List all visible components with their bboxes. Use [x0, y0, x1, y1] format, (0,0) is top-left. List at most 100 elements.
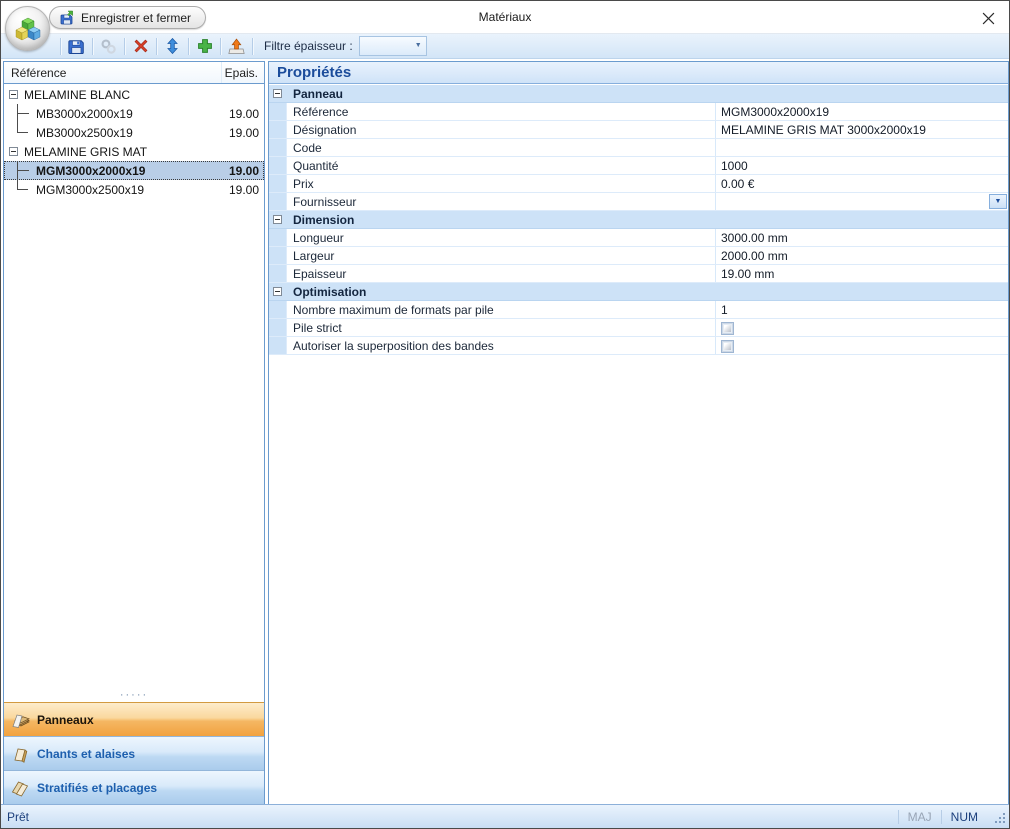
chevron-down-icon: ▼: [415, 42, 422, 49]
nav-item-chants-et-alaises[interactable]: Chants et alaises: [4, 736, 264, 770]
add-button[interactable]: [192, 36, 217, 57]
toolbar: Filtre épaisseur : ▼: [1, 33, 1009, 59]
property-row-margin: [269, 103, 287, 120]
property-row-margin: [269, 319, 287, 336]
property-group-header[interactable]: Panneau: [269, 85, 1008, 103]
property-value[interactable]: [716, 139, 1008, 156]
checkbox-box: [723, 342, 732, 351]
property-row: Longueur3000.00 mm: [269, 229, 1008, 247]
property-value[interactable]: 0.00 €: [716, 175, 1008, 192]
save-and-close-label: Enregistrer et fermer: [81, 11, 191, 25]
property-value[interactable]: ▼: [716, 193, 1008, 210]
property-row: Fournisseur▼: [269, 193, 1008, 211]
property-row: Autoriser la superposition des bandes: [269, 337, 1008, 355]
property-group-header[interactable]: Dimension: [269, 211, 1008, 229]
property-group-header[interactable]: Optimisation: [269, 283, 1008, 301]
collapse-toggle-icon[interactable]: [9, 90, 18, 99]
move-button[interactable]: [160, 36, 185, 57]
delete-icon: [133, 38, 149, 54]
tree-group-row[interactable]: MELAMINE GRIS MAT: [4, 142, 264, 161]
tree-nav-splitter[interactable]: ·····: [4, 692, 264, 702]
material-tree: MELAMINE BLANCMB3000x2000x1919.00MB3000x…: [4, 85, 264, 199]
toolbar-separator: [220, 38, 221, 55]
property-value[interactable]: 19.00 mm: [716, 265, 1008, 282]
property-label: Nombre maximum de formats par pile: [287, 301, 716, 318]
column-header-thickness[interactable]: Epais.: [222, 62, 264, 83]
property-label: Prix: [287, 175, 716, 192]
checkbox[interactable]: [721, 322, 734, 335]
move-up-down-icon: [165, 38, 180, 54]
tree-item-thickness: 19.00: [229, 183, 264, 197]
property-row: Pile strict: [269, 319, 1008, 337]
nav-item-stratifies-et-placages[interactable]: Stratifiés et placages: [4, 770, 264, 804]
property-value[interactable]: MGM3000x2000x19: [716, 103, 1008, 120]
properties-grid: PanneauRéférenceMGM3000x2000x19Désignati…: [269, 85, 1008, 355]
tree-item[interactable]: MB3000x2000x1919.00: [4, 104, 264, 123]
category-nav: Panneaux Chants et alaises Stratifiés et…: [4, 702, 264, 804]
collapse-toggle-icon[interactable]: [273, 89, 282, 98]
property-value[interactable]: MELAMINE GRIS MAT 3000x2000x19: [716, 121, 1008, 138]
tree-connector-icon: [17, 161, 30, 180]
nav-item-panneaux[interactable]: Panneaux: [4, 702, 264, 736]
add-icon: [197, 38, 213, 54]
property-row: Largeur2000.00 mm: [269, 247, 1008, 265]
tree-item[interactable]: MGM3000x2000x1919.00: [4, 161, 264, 180]
property-row: Nombre maximum de formats par pile1: [269, 301, 1008, 319]
resize-grip[interactable]: [994, 812, 1006, 824]
tree-item[interactable]: MB3000x2500x19 19.00: [4, 123, 264, 142]
filter-thickness-combobox[interactable]: ▼: [359, 36, 427, 56]
save-button[interactable]: [64, 36, 89, 57]
save-icon: [68, 38, 85, 55]
property-label: Pile strict: [287, 319, 716, 336]
tree-item-thickness: 19.00: [229, 126, 264, 140]
toolbar-separator: [252, 38, 253, 55]
property-row-margin: [269, 247, 287, 264]
tree-item[interactable]: MGM3000x2500x19 19.00: [4, 180, 264, 199]
property-row: Epaisseur19.00 mm: [269, 265, 1008, 283]
save-and-close-button[interactable]: Enregistrer et fermer: [49, 6, 206, 29]
nav-item-label: Chants et alaises: [37, 747, 135, 761]
link-icon: [100, 38, 117, 55]
tree-item-reference: MGM3000x2500x19: [36, 183, 144, 197]
property-row-margin: [269, 157, 287, 174]
filter-thickness-label: Filtre épaisseur :: [264, 39, 353, 53]
status-bar: Prêt MAJ NUM: [1, 804, 1009, 828]
nav-item-label: Panneaux: [37, 713, 94, 727]
property-row: RéférenceMGM3000x2000x19: [269, 103, 1008, 121]
property-value[interactable]: 1: [716, 301, 1008, 318]
save-plus-icon: [59, 10, 75, 26]
close-button[interactable]: [975, 7, 1001, 29]
property-group-label: Optimisation: [269, 285, 366, 299]
collapse-toggle-icon[interactable]: [9, 147, 18, 156]
delete-button[interactable]: [128, 36, 153, 57]
collapse-toggle-icon[interactable]: [273, 287, 282, 296]
tree-group-row[interactable]: MELAMINE BLANC: [4, 85, 264, 104]
property-value[interactable]: [716, 337, 1008, 354]
tree-header: Référence Epais.: [4, 62, 264, 84]
keyboard-indicators: MAJ NUM: [898, 810, 987, 824]
app-menu-button[interactable]: [5, 6, 50, 51]
property-value[interactable]: [716, 319, 1008, 336]
property-row-margin: [269, 139, 287, 156]
tree-item-reference: MB3000x2500x19: [36, 126, 133, 140]
property-row-margin: [269, 301, 287, 318]
collapse-toggle-icon[interactable]: [273, 215, 282, 224]
dropdown-button[interactable]: ▼: [989, 194, 1007, 209]
property-label: Longueur: [287, 229, 716, 246]
property-value[interactable]: 3000.00 mm: [716, 229, 1008, 246]
toolbar-separator: [188, 38, 189, 55]
export-button[interactable]: [224, 36, 249, 57]
num-lock-indicator: NUM: [941, 810, 987, 824]
property-row-margin: [269, 175, 287, 192]
toolbar-separator: [92, 38, 93, 55]
materials-dialog-window: Matériaux: [0, 0, 1010, 829]
checkbox[interactable]: [721, 340, 734, 353]
link-button[interactable]: [96, 36, 121, 57]
tree-group-label: MELAMINE GRIS MAT: [24, 145, 147, 159]
property-label: Référence: [287, 103, 716, 120]
property-value[interactable]: 1000: [716, 157, 1008, 174]
checkbox-box: [723, 324, 732, 333]
property-value[interactable]: 2000.00 mm: [716, 247, 1008, 264]
column-header-reference[interactable]: Référence: [4, 62, 222, 83]
property-row: DésignationMELAMINE GRIS MAT 3000x2000x1…: [269, 121, 1008, 139]
